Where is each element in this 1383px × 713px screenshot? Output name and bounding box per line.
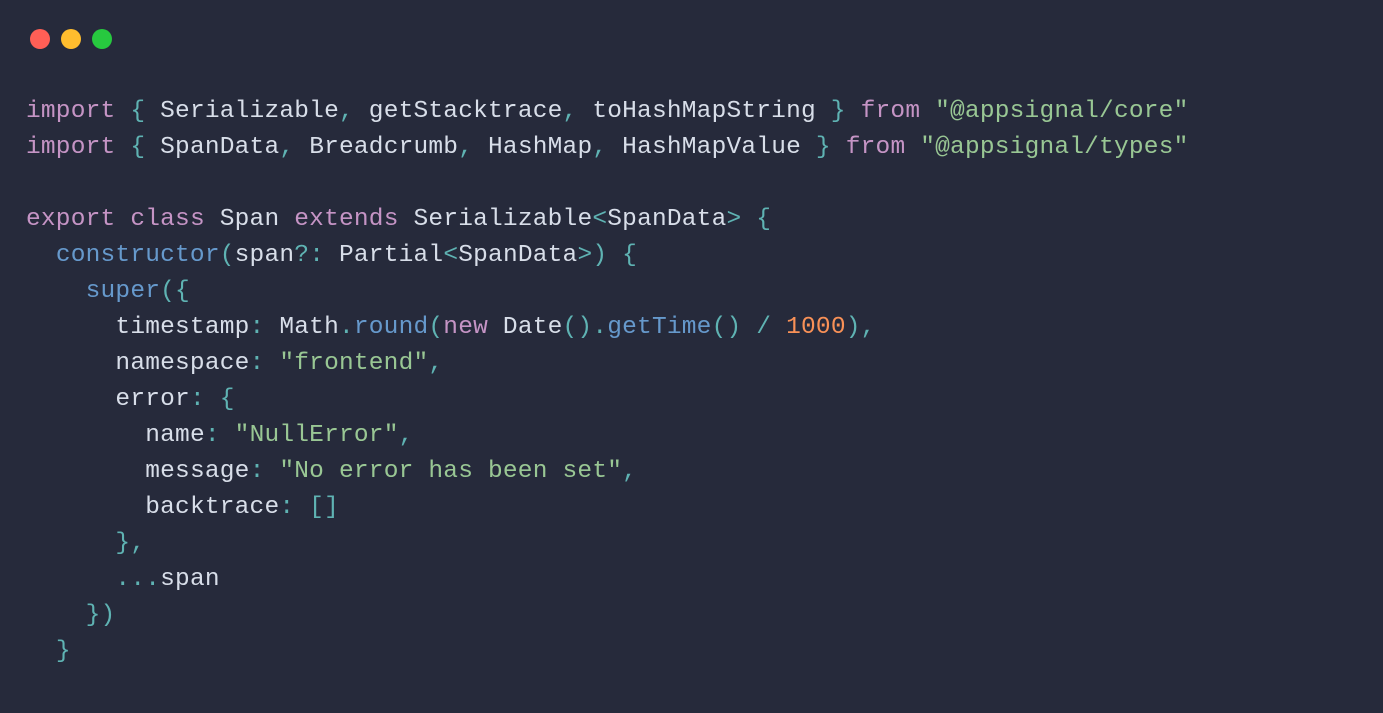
code-line: import { SpanData, Breadcrumb, HashMap, … bbox=[26, 134, 1189, 161]
minimize-icon[interactable] bbox=[61, 29, 81, 49]
keyword-import: import bbox=[26, 98, 115, 125]
code-line: timestamp: Math.round(new Date().getTime… bbox=[26, 314, 876, 341]
code-line: }) bbox=[26, 602, 115, 629]
code-line: export class Span extends Serializable<S… bbox=[26, 206, 771, 233]
code-line: ...span bbox=[26, 566, 220, 593]
code-line: message: "No error has been set", bbox=[26, 458, 637, 485]
zoom-icon[interactable] bbox=[92, 29, 112, 49]
window-titlebar bbox=[0, 0, 1383, 50]
code-line: }, bbox=[26, 530, 145, 557]
code-line: constructor(span?: Partial<SpanData>) { bbox=[26, 242, 637, 269]
code-line: name: "NullError", bbox=[26, 422, 414, 449]
code-line: error: { bbox=[26, 386, 235, 413]
code-editor: import { Serializable, getStacktrace, to… bbox=[0, 50, 1383, 670]
code-line: import { Serializable, getStacktrace, to… bbox=[26, 98, 1188, 125]
code-line: namespace: "frontend", bbox=[26, 350, 443, 377]
code-line: backtrace: [] bbox=[26, 494, 339, 521]
close-icon[interactable] bbox=[30, 29, 50, 49]
code-line: super({ bbox=[26, 278, 190, 305]
code-line: } bbox=[26, 638, 71, 665]
code-window: import { Serializable, getStacktrace, to… bbox=[0, 0, 1383, 713]
